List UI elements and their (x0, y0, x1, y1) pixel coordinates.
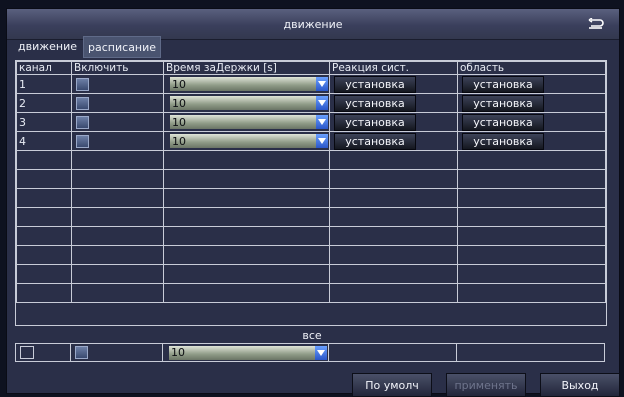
empty-table-row (16, 264, 606, 284)
column-header-delay: Время заДержки [s] (163, 61, 330, 75)
delay-select[interactable]: 10 (170, 77, 328, 91)
dropdown-arrow-icon (316, 77, 328, 91)
delay-value: 10 (172, 77, 186, 91)
column-header-area: область (457, 61, 606, 75)
apply-button[interactable]: применять (446, 373, 526, 397)
channel-number: 3 (16, 112, 72, 132)
all-channels-row: 10 (15, 343, 605, 362)
empty-table-row (16, 245, 606, 265)
delay-select[interactable]: 10 (170, 134, 328, 148)
channel-number: 4 (16, 131, 72, 151)
delay-all-select[interactable]: 10 (169, 345, 327, 360)
column-header-enable: Включить (71, 61, 164, 75)
select-all-checkbox[interactable] (20, 346, 34, 360)
table-row: 3 10 установка установка (16, 112, 606, 132)
column-header-reaction: Реакция сист. (329, 61, 458, 75)
area-setup-button[interactable]: установка (462, 113, 544, 131)
empty-table-row (16, 169, 606, 189)
empty-table-row (16, 188, 606, 208)
area-setup-button[interactable]: установка (462, 75, 544, 93)
delay-value: 10 (172, 115, 186, 129)
tab-schedule[interactable]: расписание (83, 36, 162, 58)
enable-all-checkbox[interactable] (75, 346, 88, 360)
empty-table-row (16, 226, 606, 246)
reaction-setup-button[interactable]: установка (334, 94, 416, 112)
reaction-setup-button[interactable]: установка (334, 132, 416, 150)
enable-checkbox[interactable] (76, 77, 89, 91)
reaction-setup-button[interactable]: установка (334, 75, 416, 93)
dropdown-arrow-icon (316, 96, 328, 110)
table-row: 1 10 установка установка (16, 74, 606, 94)
column-header-channel: канал (16, 61, 72, 75)
tab-motion[interactable]: движение (14, 36, 81, 56)
area-setup-button[interactable]: установка (462, 132, 544, 150)
empty-table-row (16, 283, 606, 303)
footer-buttons: По умолч применять Выход (352, 373, 620, 397)
dropdown-arrow-icon (316, 115, 328, 129)
tab-bar: движение расписание (14, 36, 162, 58)
tab-motion-label: движение (18, 39, 78, 53)
table-row: 2 10 установка установка (16, 93, 606, 113)
channel-number: 2 (16, 93, 72, 113)
back-button[interactable] (585, 14, 607, 34)
dropdown-arrow-icon (316, 134, 328, 148)
delay-value: 10 (172, 96, 186, 110)
enable-checkbox[interactable] (76, 115, 89, 129)
all-section-label: все (302, 329, 322, 342)
default-button[interactable]: По умолч (352, 373, 432, 397)
tab-schedule-label: расписание (88, 40, 157, 54)
enable-checkbox[interactable] (76, 96, 89, 110)
channel-number: 1 (16, 74, 72, 94)
area-setup-button[interactable]: установка (462, 94, 544, 112)
window-title: движение (283, 17, 343, 31)
return-arrow-icon (588, 18, 604, 29)
enable-checkbox[interactable] (76, 134, 89, 148)
delay-select[interactable]: 10 (170, 115, 328, 129)
exit-button[interactable]: Выход (540, 373, 620, 397)
empty-table-row (16, 207, 606, 227)
dropdown-arrow-icon (315, 345, 327, 360)
reaction-setup-button[interactable]: установка (334, 113, 416, 131)
table-row: 4 10 установка установка (16, 131, 606, 151)
empty-table-row (16, 150, 606, 170)
delay-select[interactable]: 10 (170, 96, 328, 110)
channel-table: канал Включить Время заДержки [s] Реакци… (15, 60, 607, 326)
table-header-row: канал Включить Время заДержки [s] Реакци… (16, 61, 606, 75)
delay-all-value: 10 (171, 346, 185, 359)
delay-value: 10 (172, 134, 186, 148)
